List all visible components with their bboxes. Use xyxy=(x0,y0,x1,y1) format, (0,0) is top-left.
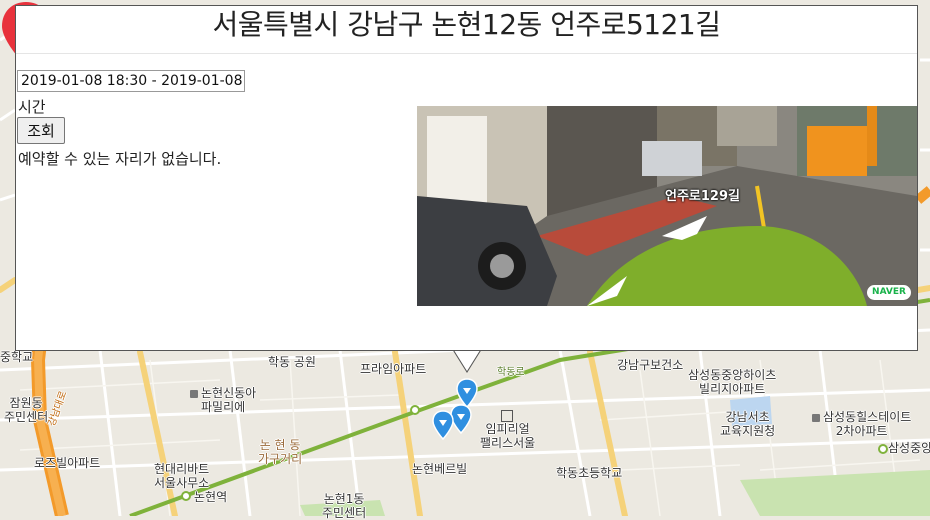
location-info-popup: 서울특별시 강남구 논현12동 언주로5121길 2019-01-08 18:3… xyxy=(15,5,918,351)
street-view-image[interactable]: 언주로129길 NAVER xyxy=(417,106,917,306)
map-label-rose-villa: 로즈빌아파트 xyxy=(34,456,101,470)
map-label-hakdong-school: 학동초등학교 xyxy=(556,466,623,480)
parking-pin-icon[interactable] xyxy=(432,410,454,440)
map-label-samsung-hillstate: 삼성동힐스테이트 2차아파트 xyxy=(812,410,911,438)
naver-badge: NAVER xyxy=(867,285,911,300)
map-label-hyundai-livart: 현대리바트 서울사무소 xyxy=(154,462,210,490)
map-label-park: 학동 공원 xyxy=(268,355,316,369)
map-label-nonhyeon-station: 논현역 xyxy=(194,490,228,504)
popup-divider xyxy=(16,53,917,54)
map-label-education-office: 강남서초 교육지원청 xyxy=(720,410,776,438)
map-label-nonhyeon-verville: 논현베르빌 xyxy=(412,462,468,476)
time-label: 시간 xyxy=(18,98,46,116)
map-label-samsung-station: 삼성중앙 xyxy=(888,441,930,455)
query-button[interactable]: 조회 xyxy=(17,117,65,144)
map-label-middle-school: 중학교 xyxy=(0,350,34,364)
map-label-health-center: 강남구보건소 xyxy=(617,358,684,372)
popup-title: 서울특별시 강남구 논현12동 언주로5121길 xyxy=(212,8,722,41)
map-label-jangwon: 잠원동 주민센터 xyxy=(4,396,49,424)
map-label-hakdong-ro: 학동로 xyxy=(497,367,525,378)
map-label-imperial-palace: 임피리얼 팰리스서울 xyxy=(480,408,535,450)
no-availability-message: 예약할 수 있는 자리가 없습니다. xyxy=(18,150,222,168)
map-label-prime-apt: 프라임아파트 xyxy=(360,362,427,376)
map-label-samsung-heights: 삼성동중앙하이츠 빌리지아파트 xyxy=(688,368,777,396)
street-view-scene xyxy=(417,106,917,306)
popup-tail xyxy=(452,348,482,373)
time-range-input[interactable]: 2019-01-08 18:30 - 2019-01-08 2 xyxy=(17,70,245,92)
map-label-furniture-street: 논 현 동 가구거리 xyxy=(258,438,303,466)
street-view-road-name: 언주로129길 xyxy=(665,189,740,204)
map-label-nonhyeon-sindong: 논현신동아 파밀리에 xyxy=(190,386,256,414)
